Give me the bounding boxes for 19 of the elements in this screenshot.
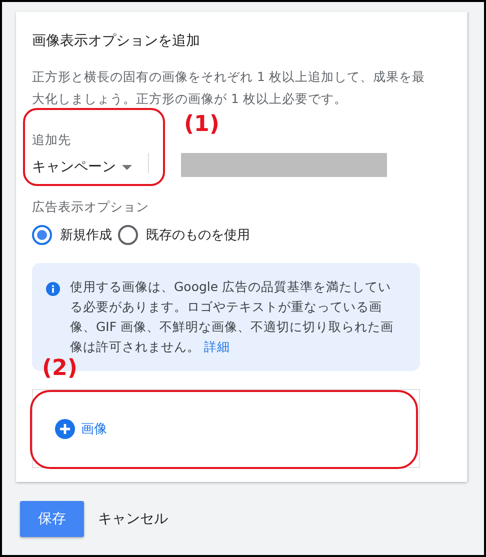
target-dropdown[interactable]: キャンペーン (32, 158, 132, 185)
radio-label: 既存のものを使用 (146, 227, 250, 244)
details-link[interactable]: 詳細 (204, 339, 230, 354)
radio-button[interactable] (118, 225, 138, 245)
annotation-label: (1) (184, 112, 220, 138)
add-image-button[interactable]: 画像 (55, 418, 107, 438)
cancel-button[interactable]: キャンセル (98, 510, 168, 528)
save-button[interactable]: 保存 (20, 500, 84, 536)
radio-button[interactable] (32, 225, 52, 245)
plus-icon (55, 418, 75, 438)
field-label: 追加先 (32, 132, 72, 148)
radio-label: 新規作成 (60, 227, 112, 244)
annotation-label: (2) (42, 356, 78, 382)
description-text: 正方形と横長の固有の画像をそれぞれ 1 枚以上追加して、成果を最大化しましょう。正方形の画像が 1 枚以上必要です。 (32, 68, 426, 108)
info-icon (46, 282, 60, 296)
dialog-title: 画像表示オプションを追加 (32, 32, 201, 51)
caret-icon (122, 164, 132, 170)
info-text: 使用する画像は、Google 広告の品質基準を満たしている必要があります。ロゴやテキストが重なっている画像、GIF 画像、不鮮明な画像、不適切に切り取られた画像は許可されません。 詳細 (70, 278, 395, 356)
field-label: 広告表示オプション (32, 199, 150, 215)
